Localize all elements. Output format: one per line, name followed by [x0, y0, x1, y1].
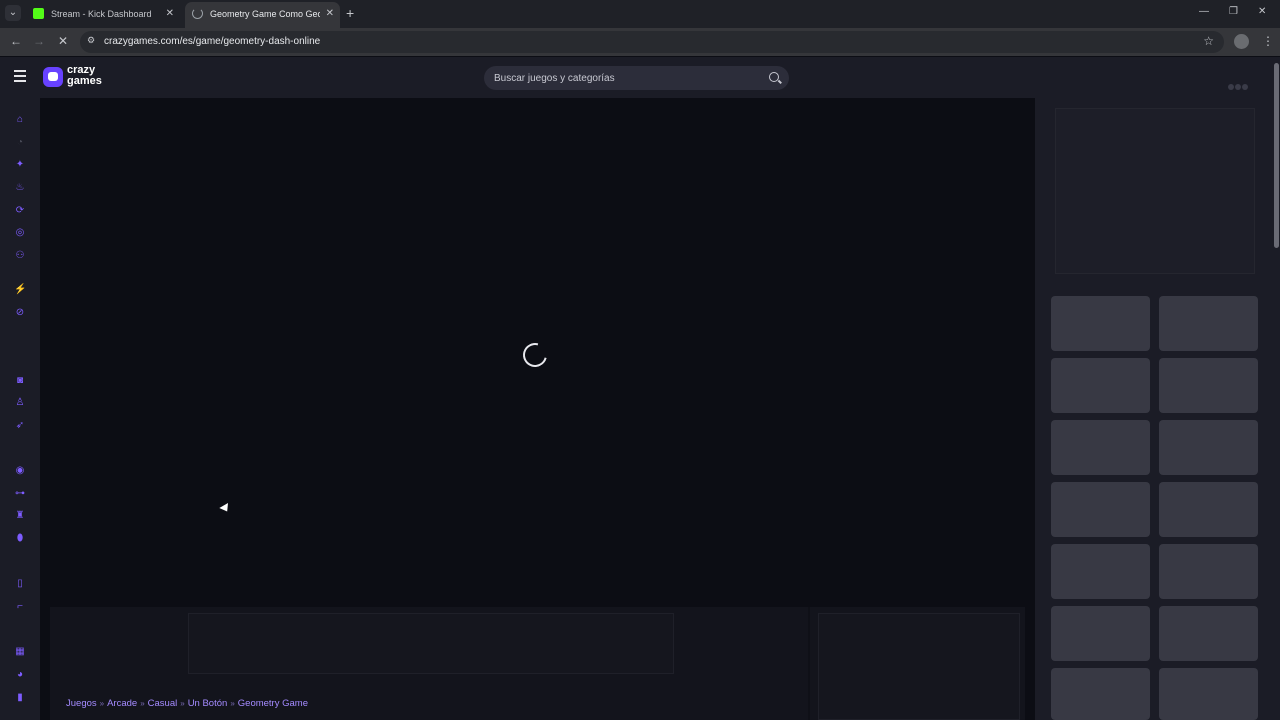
- friends-icon[interactable]: ⚇: [14, 250, 26, 262]
- door-icon[interactable]: ▯: [14, 578, 26, 590]
- loading-dots: [1228, 77, 1249, 95]
- game-thumbnail-placeholder[interactable]: [1159, 358, 1258, 413]
- game-thumbnail-placeholder[interactable]: [1051, 420, 1150, 475]
- kick-icon: [33, 8, 44, 19]
- search-bar[interactable]: [484, 66, 789, 90]
- minimize-icon[interactable]: —: [1199, 6, 1209, 17]
- page-scrollbar[interactable]: [1273, 57, 1280, 720]
- breadcrumb-link[interactable]: Arcade: [107, 698, 137, 709]
- tab-title: Geometry Game Como Geometry Dash: [210, 9, 320, 19]
- breadcrumb-separator: »: [180, 699, 185, 708]
- home-icon[interactable]: ⌂: [14, 114, 26, 126]
- logo-text[interactable]: crazy games: [67, 65, 117, 87]
- browser-toolbar: ← → ✕ ⚙ crazygames.com/es/game/geometry-…: [0, 28, 1280, 56]
- game-thumbnail-placeholder[interactable]: [1051, 482, 1150, 537]
- card-icon[interactable]: ▮: [14, 692, 26, 704]
- gamepad-icon[interactable]: ⊶: [14, 488, 26, 500]
- ad-placeholder-banner: [188, 613, 674, 674]
- scrollbar-thumb[interactable]: [1274, 63, 1279, 248]
- sidebar: ⌂ ◔ ✦ ♨ ⟳ ◎ ⚇ ⚡ ⊘ ◙ ♙ ➶ ◉ ⊶ ♜ ⬮ ▯ ⌐ ▦ ◕ …: [0, 98, 40, 720]
- address-bar[interactable]: ⚙ crazygames.com/es/game/geometry-dash-o…: [80, 31, 1224, 53]
- breadcrumb-separator: »: [230, 699, 235, 708]
- gun-icon[interactable]: ⌐: [14, 601, 26, 613]
- browser-tab-strip: ⌄ Stream - Kick Dashboard ✕ Geometry Gam…: [0, 0, 1280, 28]
- search-icon[interactable]: [769, 72, 779, 82]
- panel-divider: [808, 607, 810, 720]
- sparkle-icon[interactable]: ✦: [14, 159, 26, 171]
- game-thumbnail-placeholder[interactable]: [1051, 606, 1150, 661]
- game-thumbnail-placeholder[interactable]: [1051, 296, 1150, 351]
- breadcrumb-separator: »: [99, 699, 105, 708]
- game-thumbnail-placeholder[interactable]: [1159, 544, 1258, 599]
- compass-icon[interactable]: ⊘: [14, 307, 26, 319]
- puzzle-icon[interactable]: ◙: [14, 375, 26, 387]
- multiplayer-icon[interactable]: ◎: [14, 227, 26, 239]
- new-tab-button[interactable]: +: [346, 5, 354, 21]
- crazygames-logo[interactable]: [43, 67, 63, 87]
- football-icon[interactable]: ⬮: [14, 533, 26, 545]
- browser-tab-geometry[interactable]: Geometry Game Como Geometry Dash ✕: [185, 2, 340, 28]
- tab-search-button[interactable]: ⌄: [5, 5, 21, 21]
- back-icon[interactable]: ←: [10, 34, 22, 48]
- game-thumbnail-placeholder[interactable]: [1159, 606, 1258, 661]
- bookmark-star-icon[interactable]: ☆: [1203, 34, 1214, 48]
- breadcrumb-link[interactable]: Un Botón: [188, 698, 228, 709]
- game-thumbnail-placeholder[interactable]: [1159, 420, 1258, 475]
- person-icon[interactable]: ♙: [14, 397, 26, 409]
- close-icon[interactable]: ✕: [326, 2, 334, 26]
- forward-icon[interactable]: →: [33, 34, 45, 48]
- breadcrumb: Juegos» Arcade» Casual» Un Botón» Geometry G…: [66, 698, 308, 710]
- breadcrumb-separator: »: [140, 699, 145, 708]
- building-icon[interactable]: ▦: [14, 646, 26, 658]
- loading-spinner-icon: [192, 8, 203, 19]
- browser-tab-kick[interactable]: Stream - Kick Dashboard ✕: [26, 2, 180, 28]
- browser-menu-icon[interactable]: ⋮: [1262, 34, 1274, 48]
- site-header: crazy games: [0, 57, 1280, 98]
- rocket-icon[interactable]: ➶: [14, 420, 26, 432]
- stop-loading-icon[interactable]: ✕: [58, 34, 68, 48]
- tab-title: Stream - Kick Dashboard: [51, 9, 152, 19]
- game-thumbnail-placeholder[interactable]: [1051, 668, 1150, 720]
- chess-icon[interactable]: ♜: [14, 510, 26, 522]
- steering-wheel-icon[interactable]: ◉: [14, 465, 26, 477]
- close-icon[interactable]: ✕: [166, 2, 174, 26]
- breadcrumb-link[interactable]: Juegos: [66, 698, 97, 709]
- game-thumbnail-placeholder[interactable]: [1051, 358, 1150, 413]
- search-input[interactable]: [494, 66, 754, 90]
- restore-icon[interactable]: ❐: [1229, 6, 1238, 17]
- clock-icon[interactable]: ◔: [14, 137, 26, 149]
- game-thumbnail-placeholder[interactable]: [1159, 668, 1258, 720]
- breadcrumb-link[interactable]: Casual: [148, 698, 178, 709]
- window-close-icon[interactable]: ✕: [1258, 6, 1266, 17]
- ad-placeholder-side: [818, 613, 1020, 720]
- ad-placeholder-top: [1055, 108, 1255, 274]
- profile-avatar[interactable]: [1234, 34, 1249, 49]
- pacman-icon[interactable]: ◕: [14, 669, 26, 681]
- url-text[interactable]: crazygames.com/es/game/geometry-dash-onl…: [104, 31, 320, 53]
- game-thumbnail-placeholder[interactable]: [1051, 544, 1150, 599]
- game-thumbnail-placeholder[interactable]: [1159, 482, 1258, 537]
- site-info-icon[interactable]: ⚙: [87, 35, 95, 46]
- lightning-icon[interactable]: ⚡: [14, 284, 26, 296]
- fire-icon[interactable]: ♨: [14, 182, 26, 194]
- game-thumbnail-placeholder[interactable]: [1159, 296, 1258, 351]
- refresh-icon[interactable]: ⟳: [14, 205, 26, 217]
- breadcrumb-current[interactable]: Geometry Game: [238, 698, 308, 709]
- hamburger-menu-icon[interactable]: [14, 70, 28, 84]
